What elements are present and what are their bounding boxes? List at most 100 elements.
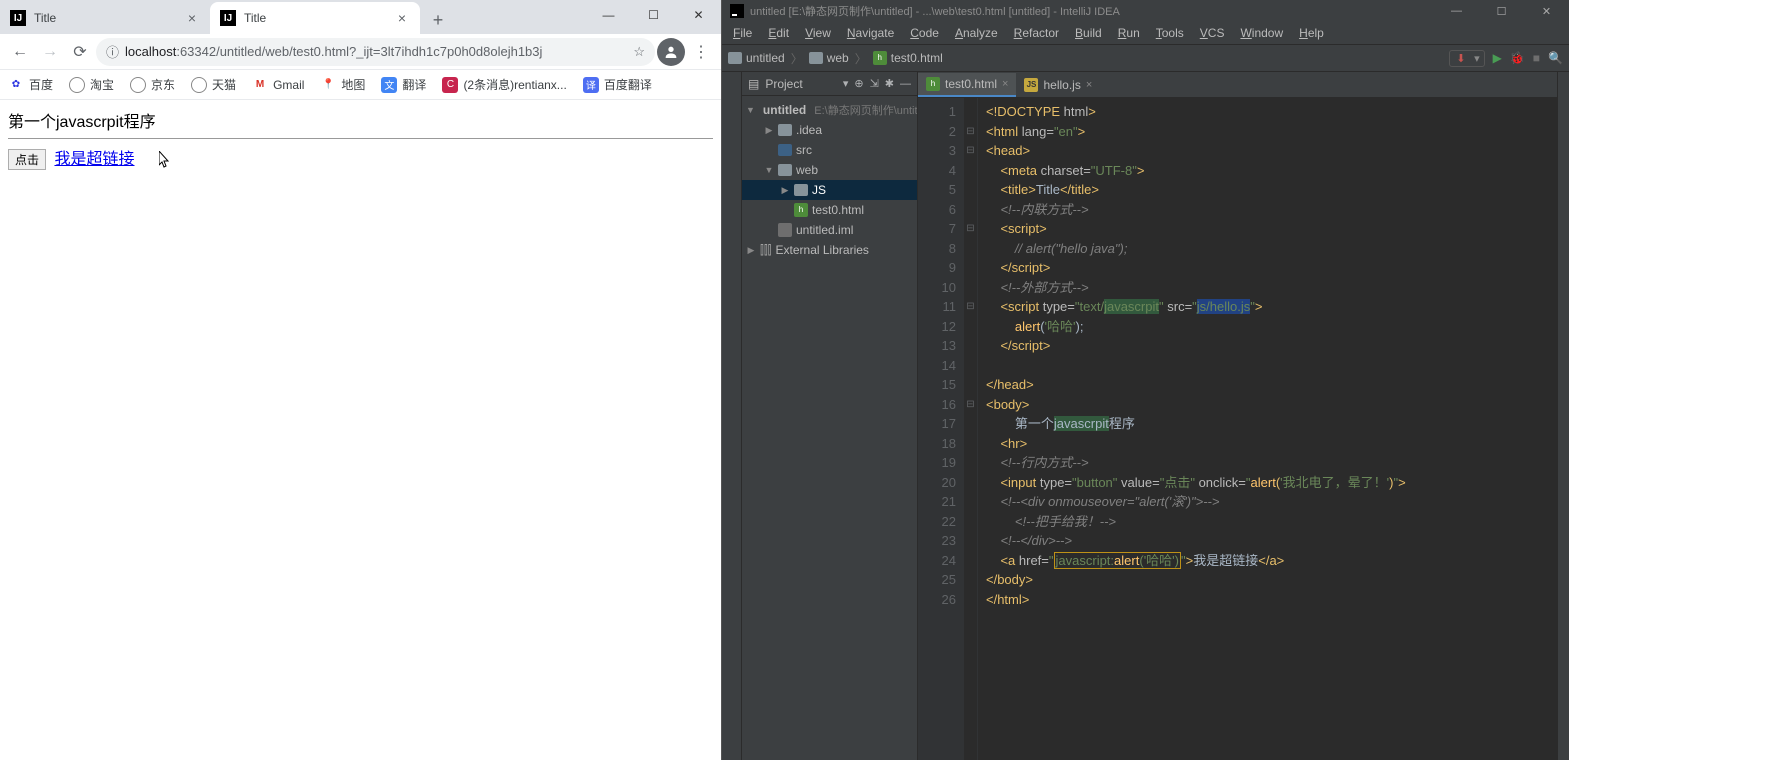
tree-item-web[interactable]: ▼web xyxy=(742,160,917,180)
menu-item-code[interactable]: Code xyxy=(903,24,946,42)
bookmark-star-icon[interactable]: ☆ xyxy=(633,44,645,60)
code-area[interactable]: 1234567891011121314151617181920212223242… xyxy=(918,98,1557,760)
tree-item-ext-lib[interactable]: ▶⫿⫿⫿External Libraries xyxy=(742,240,917,260)
menu-item-tools[interactable]: Tools xyxy=(1149,24,1191,42)
menu-item-refactor[interactable]: Refactor xyxy=(1007,24,1066,42)
menu-item-help[interactable]: Help xyxy=(1292,24,1331,42)
editor-tab-hello[interactable]: JShello.js× xyxy=(1016,73,1100,97)
maximize-button[interactable]: ☐ xyxy=(1479,0,1524,22)
tree-item-idea[interactable]: ▶.idea xyxy=(742,120,917,140)
close-icon[interactable]: × xyxy=(394,10,410,26)
profile-avatar[interactable] xyxy=(657,38,685,66)
ide-body: ▤ Project ▾ ⊕ ⇲ ✱ — ▼untitledE:\静态网页制作\u… xyxy=(722,72,1569,760)
close-button[interactable]: ✕ xyxy=(676,0,721,30)
map-icon: 📍 xyxy=(320,77,336,93)
close-icon[interactable]: × xyxy=(1002,78,1008,90)
dropdown-icon[interactable]: ▾ xyxy=(843,77,849,90)
stop-button[interactable]: ■ xyxy=(1533,51,1540,65)
chevron-right-icon: 〉 xyxy=(791,50,803,67)
bookmark-item[interactable]: 京东 xyxy=(130,76,175,93)
tree-root[interactable]: ▼untitledE:\静态网页制作\untitle xyxy=(742,100,917,120)
bookmark-label: 天猫 xyxy=(212,76,236,93)
bookmark-item[interactable]: 天猫 xyxy=(191,76,236,93)
iml-file-icon xyxy=(778,223,792,237)
breadcrumb-item[interactable]: untitled xyxy=(728,51,785,65)
code-content[interactable]: <!DOCTYPE html><html lang="en"><head> <m… xyxy=(978,98,1557,760)
bookmark-item[interactable]: 文翻译 xyxy=(381,76,426,93)
tree-item-test0[interactable]: htest0.html xyxy=(742,200,917,220)
menu-item-vcs[interactable]: VCS xyxy=(1193,24,1232,42)
left-tool-strip[interactable] xyxy=(722,72,742,760)
globe-icon xyxy=(130,77,146,93)
close-icon[interactable]: × xyxy=(184,10,200,26)
globe-icon xyxy=(191,77,207,93)
menu-item-edit[interactable]: Edit xyxy=(761,24,796,42)
bookmark-item[interactable]: C(2条消息)rentianx... xyxy=(442,76,566,93)
sample-link[interactable]: 我是超链接 xyxy=(54,151,134,168)
menu-item-analyze[interactable]: Analyze xyxy=(948,24,1005,42)
favicon-icon: IJ xyxy=(220,10,236,26)
debug-button[interactable]: 🐞 xyxy=(1510,51,1525,65)
menu-item-navigate[interactable]: Navigate xyxy=(840,24,901,42)
project-icon: ▤ xyxy=(748,77,759,91)
bookmark-item[interactable]: 淘宝 xyxy=(69,76,114,93)
collapse-icon[interactable]: ⇲ xyxy=(870,77,879,90)
tab-title: Title xyxy=(244,11,394,25)
bookmark-icon: ✿ xyxy=(8,77,24,93)
editor-tabs: htest0.html× JShello.js× xyxy=(918,72,1557,98)
divider xyxy=(8,138,713,139)
folder-icon xyxy=(809,52,823,64)
bookmark-item[interactable]: MGmail xyxy=(252,77,304,93)
tree-item-iml[interactable]: untitled.iml xyxy=(742,220,917,240)
address-bar[interactable]: ⓘ localhost:63342/untitled/web/test0.htm… xyxy=(96,38,655,66)
fold-gutter[interactable]: ⊟⊟⊟⊟⊟ xyxy=(964,98,978,760)
bookmark-label: (2条消息)rentianx... xyxy=(463,76,566,93)
click-button[interactable] xyxy=(8,149,46,170)
breadcrumb-item[interactable]: htest0.html xyxy=(873,51,943,65)
close-button[interactable]: ✕ xyxy=(1524,0,1569,22)
gear-icon[interactable]: ✱ xyxy=(885,77,894,90)
tree-item-js[interactable]: ▶JS xyxy=(742,180,917,200)
run-button[interactable]: ▶ xyxy=(1493,51,1502,65)
search-icon[interactable]: 🔍 xyxy=(1548,51,1563,65)
globe-icon xyxy=(69,77,85,93)
menu-item-build[interactable]: Build xyxy=(1068,24,1109,42)
ide-title-text: untitled [E:\静态网页制作\untitled] - ...\web\… xyxy=(750,3,1120,19)
bookmark-item[interactable]: 📍地图 xyxy=(320,76,365,93)
browser-tab-0[interactable]: IJ Title × xyxy=(0,2,210,34)
project-tree: ▼untitledE:\静态网页制作\untitle ▶.idea src ▼w… xyxy=(742,96,917,760)
breadcrumb-item[interactable]: web xyxy=(809,51,849,65)
menu-item-view[interactable]: View xyxy=(798,24,838,42)
kebab-menu-icon[interactable]: ⋮ xyxy=(687,38,715,66)
folder-icon xyxy=(778,164,792,176)
bookmark-item[interactable]: ✿百度 xyxy=(8,76,53,93)
ide-title-bar: untitled [E:\静态网页制作\untitled] - ...\web\… xyxy=(722,0,1569,22)
close-icon[interactable]: × xyxy=(1086,79,1092,91)
run-config-select[interactable]: ⬇ xyxy=(1449,50,1484,67)
reload-button[interactable]: ⟳ xyxy=(66,38,94,66)
editor-tab-test0[interactable]: htest0.html× xyxy=(918,73,1016,97)
maximize-button[interactable]: ☐ xyxy=(631,0,676,30)
tree-item-src[interactable]: src xyxy=(742,140,917,160)
folder-icon xyxy=(794,184,808,196)
site-info-icon[interactable]: ⓘ xyxy=(106,42,119,61)
minimize-button[interactable]: — xyxy=(586,0,631,30)
line-gutter: 1234567891011121314151617181920212223242… xyxy=(918,98,964,760)
browser-tab-1[interactable]: IJ Title × xyxy=(210,2,420,34)
forward-button[interactable]: → xyxy=(36,38,64,66)
menu-item-file[interactable]: File xyxy=(726,24,759,42)
tab-title: Title xyxy=(34,11,184,25)
right-tool-strip[interactable] xyxy=(1557,72,1569,760)
mouse-cursor-icon xyxy=(159,151,171,169)
new-tab-button[interactable]: + xyxy=(424,6,452,34)
menu-item-window[interactable]: Window xyxy=(1233,24,1290,42)
menu-item-run[interactable]: Run xyxy=(1111,24,1147,42)
target-icon[interactable]: ⊕ xyxy=(854,77,863,90)
gmail-icon: M xyxy=(252,77,268,93)
editor: htest0.html× JShello.js× 123456789101112… xyxy=(918,72,1557,760)
hide-icon[interactable]: — xyxy=(900,78,911,90)
minimize-button[interactable]: — xyxy=(1434,0,1479,22)
back-button[interactable]: ← xyxy=(6,38,34,66)
bookmark-item[interactable]: 译百度翻译 xyxy=(583,76,652,93)
src-folder-icon xyxy=(778,144,792,156)
